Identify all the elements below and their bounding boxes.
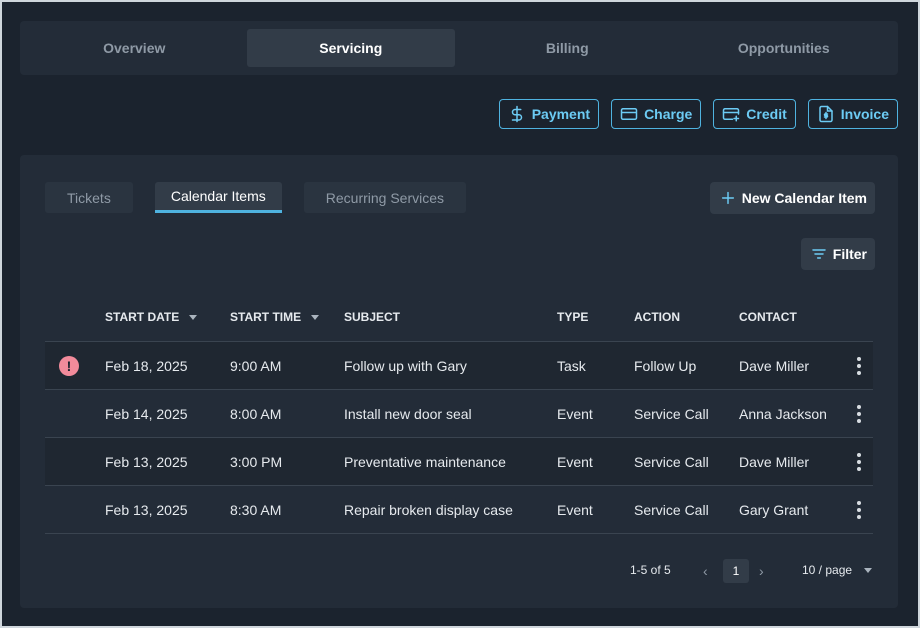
header-start-date-label: START DATE	[105, 310, 180, 324]
payment-label: Payment	[531, 106, 591, 122]
subject-cell: Install new door seal	[344, 405, 472, 422]
start-time-cell: 9:00 AM	[230, 357, 282, 374]
header-contact: CONTACT	[739, 310, 797, 324]
tab-overview[interactable]: Overview	[30, 29, 239, 67]
chevron-right-icon[interactable]: ›	[759, 563, 764, 579]
more-vertical-icon	[857, 356, 861, 375]
row-menu-button[interactable]	[845, 404, 873, 423]
alert-icon: !	[59, 355, 79, 376]
type-cell: Task	[557, 357, 586, 374]
action-cell: Service Call	[634, 453, 709, 470]
table-row[interactable]: Feb 14, 2025 8:00 AM Install new door se…	[45, 390, 873, 438]
start-time-cell: 8:30 AM	[230, 501, 282, 518]
header-action: ACTION	[634, 310, 680, 324]
sort-down-icon[interactable]	[311, 314, 320, 320]
table-row[interactable]: ! Feb 18, 2025 9:00 AM Follow up with Ga…	[45, 342, 873, 390]
subject-cell: Repair broken display case	[344, 501, 513, 518]
table-row[interactable]: Feb 13, 2025 3:00 PM Preventative mainte…	[45, 438, 873, 486]
per-page-select[interactable]: 10 / page	[802, 563, 873, 577]
contact-cell: Dave Miller	[739, 357, 810, 374]
more-vertical-icon	[857, 404, 861, 423]
credit-card-icon	[620, 108, 638, 120]
more-vertical-icon	[857, 500, 861, 519]
start-date-cell: Feb 18, 2025	[105, 357, 188, 374]
plus-icon	[721, 191, 734, 205]
sort-down-icon[interactable]	[189, 314, 198, 320]
top-tab-bar: Overview Servicing Billing Opportunities	[20, 21, 898, 75]
table-header: START DATE START TIME SUBJECT TYPE ACTIO…	[45, 293, 873, 342]
page-number-button[interactable]: 1	[723, 559, 749, 583]
tab-servicing[interactable]: Servicing	[246, 29, 455, 67]
per-page-label: 10 / page	[802, 563, 853, 577]
start-time-cell: 3:00 PM	[230, 453, 283, 470]
card-plus-icon	[723, 108, 740, 122]
type-cell: Event	[557, 405, 593, 422]
tab-tickets[interactable]: Tickets	[45, 182, 133, 213]
charge-label: Charge	[644, 106, 693, 122]
type-cell: Event	[557, 501, 593, 518]
action-bar: Payment Charge Credit Invoice	[498, 99, 898, 129]
invoice-icon	[819, 105, 833, 123]
tab-opportunities[interactable]: Opportunities	[680, 29, 889, 67]
charge-button[interactable]: Charge	[611, 99, 702, 129]
action-cell: Service Call	[634, 501, 709, 518]
row-menu-button[interactable]	[845, 500, 873, 519]
filter-icon	[812, 249, 826, 259]
action-cell: Service Call	[634, 405, 709, 422]
chevron-down-icon	[864, 567, 873, 573]
chevron-left-icon[interactable]: ‹	[703, 563, 708, 579]
pagination-range: 1-5 of 5	[630, 563, 671, 577]
filter-button[interactable]: Filter	[800, 238, 875, 270]
header-subject: SUBJECT	[344, 310, 401, 324]
action-cell: Follow Up	[634, 357, 697, 374]
calendar-items-table: START DATE START TIME SUBJECT TYPE ACTIO…	[45, 293, 873, 534]
new-calendar-item-button[interactable]: New Calendar Item	[709, 182, 875, 214]
invoice-button[interactable]: Invoice	[807, 99, 898, 129]
more-vertical-icon	[857, 452, 861, 471]
calendar-panel: Tickets Calendar Items Recurring Service…	[20, 155, 898, 608]
start-date-cell: Feb 14, 2025	[105, 405, 188, 422]
tab-billing[interactable]: Billing	[463, 29, 672, 67]
start-time-cell: 8:00 AM	[230, 405, 282, 422]
contact-cell: Gary Grant	[739, 501, 809, 518]
credit-button[interactable]: Credit	[713, 99, 796, 129]
type-cell: Event	[557, 453, 593, 470]
contact-cell: Dave Miller	[739, 453, 810, 470]
start-date-cell: Feb 13, 2025	[105, 453, 188, 470]
credit-label: Credit	[746, 106, 787, 122]
row-menu-button[interactable]	[845, 452, 873, 471]
subject-cell: Preventative maintenance	[344, 453, 506, 470]
new-calendar-item-label: New Calendar Item	[741, 190, 867, 206]
tab-recurring-services[interactable]: Recurring Services	[303, 182, 467, 213]
tab-calendar-items[interactable]: Calendar Items	[154, 182, 282, 213]
status-cell: !	[45, 355, 105, 376]
start-date-cell: Feb 13, 2025	[105, 501, 188, 518]
invoice-label: Invoice	[840, 106, 889, 122]
header-start-time-label: START TIME	[230, 310, 302, 324]
contact-cell: Anna Jackson	[739, 405, 827, 422]
pagination: 1-5 of 5 ‹ 1 › 10 / page	[20, 556, 898, 586]
payment-button[interactable]: Payment	[498, 99, 600, 129]
header-start-time[interactable]: START TIME	[230, 310, 344, 324]
row-menu-button[interactable]	[845, 356, 873, 375]
dollar-icon	[511, 105, 522, 123]
header-start-date[interactable]: START DATE	[105, 310, 230, 324]
table-row[interactable]: Feb 13, 2025 8:30 AM Repair broken displ…	[45, 486, 873, 534]
sub-tab-bar: Tickets Calendar Items Recurring Service…	[45, 182, 467, 213]
app-window: Overview Servicing Billing Opportunities…	[2, 2, 918, 626]
header-type: TYPE	[557, 310, 589, 324]
subject-cell: Follow up with Gary	[344, 357, 467, 374]
filter-label: Filter	[832, 246, 867, 262]
